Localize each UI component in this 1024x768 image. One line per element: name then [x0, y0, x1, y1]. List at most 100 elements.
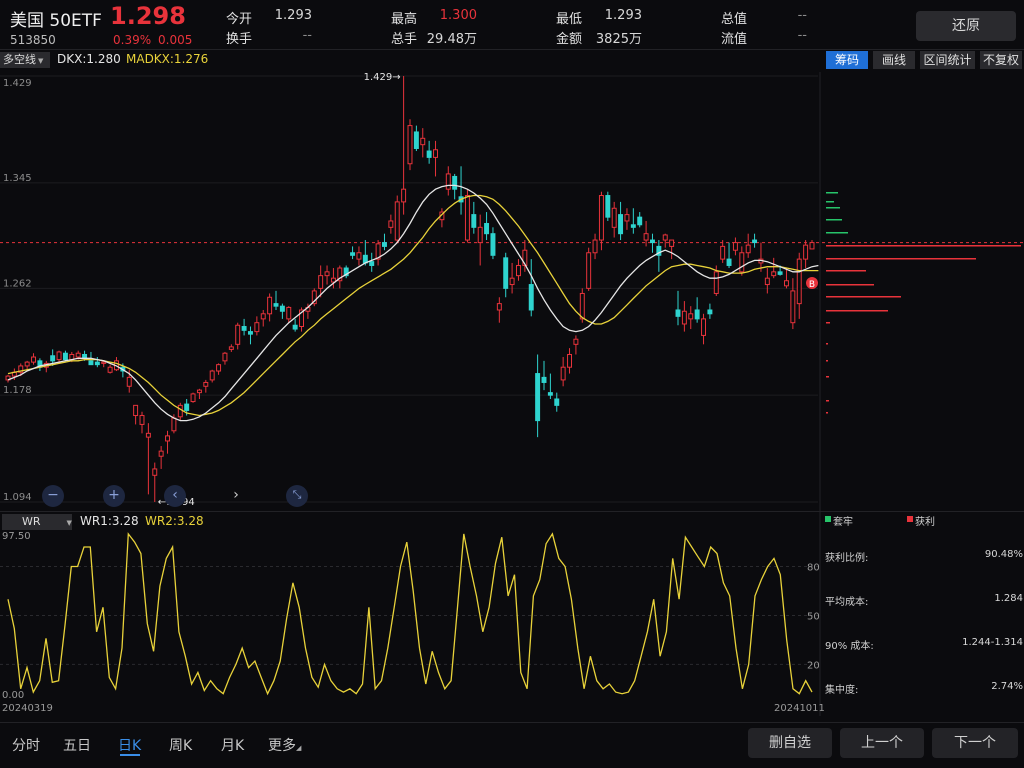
bottom-divider — [0, 722, 1024, 723]
candle-body — [318, 275, 324, 289]
candle-body — [24, 361, 30, 367]
wr-level-label: 50 — [807, 611, 820, 622]
candle-body — [50, 355, 56, 362]
candle-body — [88, 360, 94, 366]
candle-body — [624, 214, 630, 222]
candle-body — [426, 150, 432, 158]
candle-body — [401, 188, 407, 203]
wr-ytick-bottom: 0.00 — [2, 690, 25, 701]
trapped-legend-swatch — [825, 516, 831, 522]
chip-bar — [826, 343, 828, 345]
tab-more[interactable]: 更多◢ — [268, 735, 301, 755]
candle-body — [541, 376, 547, 383]
candle-body — [713, 271, 719, 294]
previous-button[interactable]: 上一个 — [840, 728, 924, 758]
candle-body — [247, 331, 253, 335]
avg-cost-value: 1.284 — [994, 593, 1023, 604]
chip-bar — [826, 310, 888, 312]
candle-body — [222, 352, 228, 362]
x-start-date: 20240319 — [2, 703, 53, 714]
candle-body — [286, 306, 292, 320]
remove-watchlist-button[interactable]: 删自选 — [748, 728, 832, 758]
candle-body — [490, 233, 496, 256]
candle-body — [611, 207, 617, 228]
candle-body — [273, 303, 279, 307]
tab-weekly-k[interactable]: 周K — [169, 735, 192, 755]
candle-body — [547, 392, 553, 396]
tab-monthly-k[interactable]: 月K — [221, 735, 244, 755]
candle-body — [752, 239, 758, 244]
tab-daily-k[interactable]: 日K — [118, 735, 141, 755]
candle-body — [196, 389, 202, 394]
candle-body — [573, 338, 579, 345]
candle-body — [254, 322, 260, 333]
candle-body — [694, 309, 700, 320]
tab-intraday[interactable]: 分时 — [12, 735, 40, 755]
wr-line — [7, 532, 813, 696]
candle-body — [484, 223, 490, 235]
candle-body — [445, 173, 451, 190]
candle-body — [618, 214, 624, 235]
candle-body — [809, 242, 815, 250]
candle-body — [605, 195, 611, 218]
reset-zoom-icon[interactable]: ⤡ — [286, 485, 308, 507]
candle-body — [803, 244, 809, 260]
zoom-in-icon[interactable]: + — [103, 485, 125, 507]
candle-body — [267, 296, 273, 315]
candle-body — [783, 280, 789, 287]
profit-legend-label: 获利 — [915, 517, 935, 528]
scroll-right-icon[interactable]: › — [225, 485, 247, 507]
candle-body — [630, 224, 636, 228]
candle-body — [241, 326, 247, 331]
concentration-label: 集中度: — [825, 685, 859, 696]
tab-more-label: 更多 — [268, 738, 296, 754]
candle-body — [56, 351, 62, 361]
candle-body — [413, 131, 419, 149]
chip-bar — [826, 245, 1021, 247]
candle-body — [433, 149, 439, 158]
candle-body — [560, 366, 566, 381]
candle-body — [152, 468, 158, 476]
candle-body — [171, 417, 177, 432]
panel-divider — [0, 511, 1024, 512]
candle-body — [701, 318, 707, 336]
concentration-value: 2.74% — [991, 681, 1023, 692]
candle-body — [771, 271, 777, 277]
scroll-left-icon[interactable]: ‹ — [164, 485, 186, 507]
wr-select-label: WR — [22, 515, 41, 528]
x-end-date: 20241011 — [774, 703, 825, 714]
candle-body — [662, 234, 668, 241]
candle-body — [688, 313, 694, 320]
candle-body — [567, 353, 573, 368]
candle-body — [369, 261, 375, 266]
candle-body — [133, 404, 139, 417]
chip-bar — [826, 232, 848, 234]
next-button[interactable]: 下一个 — [932, 728, 1018, 758]
candle-body — [745, 244, 751, 254]
wr-level-label: 80 — [807, 563, 820, 574]
candle-body — [598, 195, 604, 241]
candle-body — [471, 214, 477, 228]
candle-body — [637, 216, 643, 226]
candle-body — [669, 239, 675, 247]
zoom-out-icon[interactable]: − — [42, 485, 64, 507]
candle-body — [177, 404, 183, 418]
wr-indicator-select[interactable]: WR ▼ — [2, 514, 72, 530]
candle-body — [681, 310, 687, 325]
trapped-legend-label: 套牢 — [833, 517, 853, 528]
candle-body — [203, 381, 209, 387]
candle-body — [350, 252, 356, 256]
candle-body — [126, 376, 132, 387]
wr-level-label: 20 — [807, 660, 820, 671]
candle-body — [324, 271, 330, 277]
candle-body — [515, 264, 521, 277]
candle-body — [777, 271, 783, 275]
tab-five-day[interactable]: 五日 — [63, 735, 91, 755]
candle-body — [394, 201, 400, 241]
chip-bar — [826, 400, 829, 402]
candle-body — [528, 284, 534, 311]
chip-bar — [826, 201, 834, 203]
kline-chart[interactable]: B 80 50 20 1.429 1.345 1.262 1.178 1.094 1.429→… — [0, 0, 1024, 768]
price-tick-label: 1.262 — [3, 278, 32, 289]
candle-body — [675, 309, 681, 317]
